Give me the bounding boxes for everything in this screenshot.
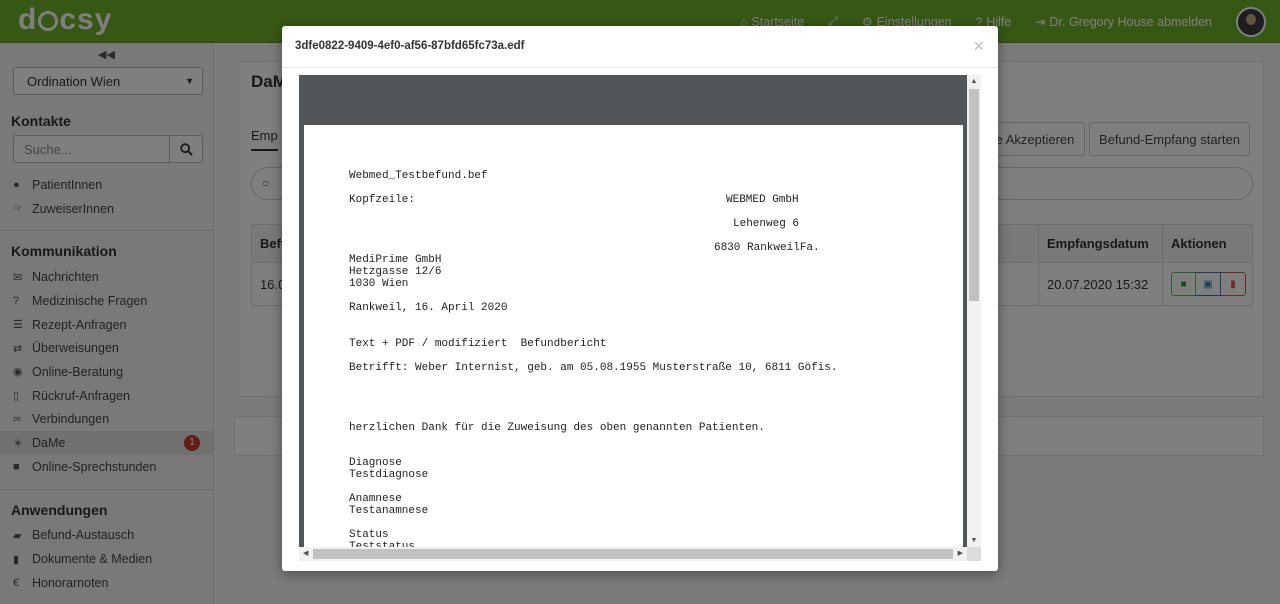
doc-date-line: Rankweil, 16. April 2020 <box>349 302 508 314</box>
document-modal: 3dfe0822-9409-4ef0-af56-87bfd65fc73a.edf… <box>282 26 998 571</box>
doc-section-text: Testdiagnose <box>349 469 429 481</box>
scroll-right-icon[interactable]: ▶ <box>958 549 963 557</box>
doc-subject-line: Betrifft: Weber Internist, geb. am 05.08… <box>349 362 838 374</box>
close-icon[interactable]: × <box>973 37 984 55</box>
document-viewer[interactable]: Webmed_Testbefund.bef Kopfzeile: WEBMED … <box>299 75 981 561</box>
horizontal-scrollbar[interactable]: ◀ ▶ <box>299 547 967 561</box>
vertical-scroll-thumb[interactable] <box>969 89 979 301</box>
doc-section-text: Testanamnese <box>349 505 429 517</box>
viewer-background: Webmed_Testbefund.bef Kopfzeile: WEBMED … <box>299 75 967 555</box>
doc-type-line: Text + PDF / modifiziert Befundbericht <box>349 338 607 350</box>
doc-thanks-line: herzlichen Dank für die Zuweisung des ob… <box>349 422 765 434</box>
doc-section-heading: Diagnose <box>349 457 402 469</box>
doc-sender-city: 6830 RankweilFa. <box>714 242 820 254</box>
doc-kopfzeile-label: Kopfzeile: <box>349 194 416 206</box>
scroll-left-icon[interactable]: ◀ <box>303 549 308 557</box>
doc-sender-street: Lehenweg 6 <box>733 218 800 230</box>
modal-title: 3dfe0822-9409-4ef0-af56-87bfd65fc73a.edf <box>295 40 525 52</box>
doc-filename: Webmed_Testbefund.bef <box>349 170 488 182</box>
document-text: Webmed_Testbefund.bef Kopfzeile: WEBMED … <box>349 170 837 553</box>
doc-recipient-line: 1030 Wien <box>349 278 409 290</box>
doc-sender-name: WEBMED GmbH <box>726 194 799 206</box>
document-page: Webmed_Testbefund.bef Kopfzeile: WEBMED … <box>304 125 963 555</box>
modal-header: 3dfe0822-9409-4ef0-af56-87bfd65fc73a.edf… <box>282 26 998 68</box>
horizontal-scroll-thumb[interactable] <box>313 549 953 559</box>
scroll-down-icon[interactable]: ▼ <box>967 537 981 544</box>
vertical-scrollbar[interactable]: ▲ ▼ <box>967 75 981 547</box>
doc-section-heading: Anamnese <box>349 493 402 505</box>
doc-recipient-line: MediPrime GmbH <box>349 254 442 266</box>
doc-section-heading: Status <box>349 529 389 541</box>
scroll-up-icon[interactable]: ▲ <box>967 78 981 85</box>
doc-recipient-line: Hetzgasse 12/6 <box>349 266 442 278</box>
scrollbar-corner <box>967 547 981 561</box>
